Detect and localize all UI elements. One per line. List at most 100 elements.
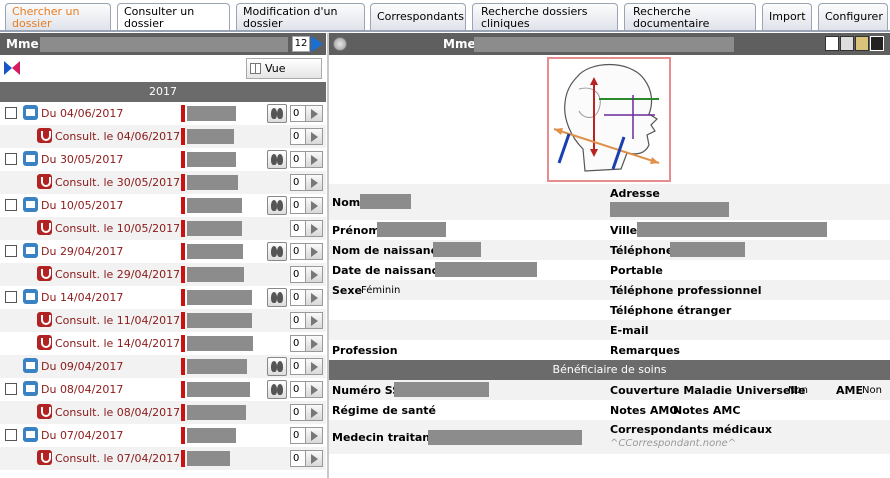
list-item[interactable]: Du 14/04/2017 0: [0, 286, 326, 309]
next-arrow-icon[interactable]: [311, 36, 323, 52]
lungs-icon[interactable]: [267, 380, 287, 399]
notes-amc-label: Notes AMC: [673, 404, 741, 417]
tab-recherche-dossiers-cliniques[interactable]: Recherche dossiers cliniques: [472, 3, 618, 30]
correspondants-label: Correspondants médicaux: [610, 423, 772, 436]
tab-modification-dossier[interactable]: Modification d'un dossier: [236, 3, 365, 30]
row-label[interactable]: Consult. le 11/04/2017: [55, 314, 180, 327]
tab-configurer[interactable]: Configurer: [818, 3, 888, 30]
tab-import[interactable]: Import: [762, 3, 812, 30]
list-item[interactable]: Du 08/04/2017 0: [0, 378, 326, 401]
lungs-icon[interactable]: [267, 357, 287, 376]
play-icon[interactable]: [305, 450, 323, 467]
row-checkbox[interactable]: [5, 107, 17, 119]
print-icon[interactable]: [840, 36, 854, 51]
row-checkbox[interactable]: [5, 383, 17, 395]
row-label[interactable]: Consult. le 04/06/2017: [55, 130, 180, 143]
row-checkbox[interactable]: [5, 429, 17, 441]
vue-globale-button[interactable]: Vue globale: [246, 58, 322, 94]
play-icon[interactable]: [305, 266, 323, 283]
row-label[interactable]: Du 10/05/2017: [41, 199, 123, 212]
tools-icon[interactable]: [855, 36, 869, 51]
list-item[interactable]: Du 07/04/2017 0: [0, 424, 326, 447]
remarques-label: Remarques: [610, 344, 680, 357]
play-icon[interactable]: [305, 427, 323, 444]
list-item[interactable]: Consult. le 08/04/2017 0: [0, 401, 326, 424]
list-item[interactable]: Du 29/04/2017 0: [0, 240, 326, 263]
play-icon[interactable]: [305, 105, 323, 122]
profession-label: Profession: [332, 344, 398, 357]
row-label[interactable]: Consult. le 07/04/2017: [55, 452, 180, 465]
play-icon[interactable]: [305, 243, 323, 260]
list-item[interactable]: Du 10/05/2017 0: [0, 194, 326, 217]
list-item[interactable]: Consult. le 29/04/2017 0: [0, 263, 326, 286]
play-icon[interactable]: [305, 358, 323, 375]
list-item[interactable]: Consult. le 07/04/2017 0: [0, 447, 326, 470]
lungs-icon[interactable]: [267, 288, 287, 307]
tab-correspondants[interactable]: Correspondants: [370, 3, 466, 30]
tab-chercher-dossier[interactable]: Chercher un dossier: [5, 3, 111, 30]
row-checkbox[interactable]: [5, 199, 17, 211]
tab-recherche-documentaire[interactable]: Recherche documentaire: [624, 3, 756, 30]
status-marker: [181, 335, 185, 352]
tab-consulter-dossier[interactable]: Consulter un dossier: [117, 3, 230, 32]
play-icon[interactable]: [305, 289, 323, 306]
play-icon[interactable]: [305, 404, 323, 421]
row-label[interactable]: Du 09/04/2017: [41, 360, 123, 373]
row-label[interactable]: Consult. le 14/04/2017: [55, 337, 180, 350]
info-row: Sexe Féminin Téléphone professionnel: [329, 280, 890, 300]
fullscreen-icon[interactable]: [870, 36, 884, 51]
row-checkbox[interactable]: [5, 245, 17, 257]
row-checkbox[interactable]: [5, 153, 17, 165]
stethoscope-icon: [37, 220, 52, 235]
row-count: 0: [290, 197, 306, 214]
lungs-icon[interactable]: [267, 242, 287, 261]
lungs-icon[interactable]: [267, 150, 287, 169]
row-label[interactable]: Du 14/04/2017: [41, 291, 123, 304]
stethoscope-icon: [37, 335, 52, 350]
nom-value-redacted: [360, 194, 411, 209]
tel-etranger-label: Téléphone étranger: [610, 304, 732, 317]
row-label[interactable]: Consult. le 29/04/2017: [55, 268, 180, 281]
info-row: Nom Adresse: [329, 184, 890, 220]
play-icon[interactable]: [305, 381, 323, 398]
row-checkbox[interactable]: [5, 291, 17, 303]
row-count: 0: [290, 381, 306, 398]
row-label[interactable]: Du 29/04/2017: [41, 245, 123, 258]
play-icon[interactable]: [305, 220, 323, 237]
row-label[interactable]: Du 07/04/2017: [41, 429, 123, 442]
play-icon[interactable]: [305, 335, 323, 352]
list-item[interactable]: Consult. le 10/05/2017 0: [0, 217, 326, 240]
row-label[interactable]: Du 30/05/2017: [41, 153, 123, 166]
lungs-icon[interactable]: [267, 196, 287, 215]
status-dot-icon[interactable]: [333, 37, 347, 51]
row-label[interactable]: Consult. le 08/04/2017: [55, 406, 180, 419]
row-label[interactable]: Consult. le 30/05/2017: [55, 176, 180, 189]
row-count: 0: [290, 220, 306, 237]
status-marker: [181, 243, 185, 260]
list-item[interactable]: Du 09/04/2017 0: [0, 355, 326, 378]
redacted-bar: [187, 382, 250, 397]
stethoscope-icon: [37, 266, 52, 281]
lungs-icon[interactable]: [267, 104, 287, 123]
row-label[interactable]: Du 08/04/2017: [41, 383, 123, 396]
row-label[interactable]: Consult. le 10/05/2017: [55, 222, 180, 235]
edit-icon[interactable]: [825, 36, 839, 51]
play-icon[interactable]: [305, 197, 323, 214]
play-icon[interactable]: [305, 174, 323, 191]
numero-ss-label: Numéro SS: [332, 384, 401, 397]
nom-label: Nom: [332, 196, 361, 209]
row-label[interactable]: Du 04/06/2017: [41, 107, 123, 120]
play-icon[interactable]: [305, 312, 323, 329]
list-item[interactable]: Consult. le 11/04/2017 0: [0, 309, 326, 332]
play-icon[interactable]: [305, 151, 323, 168]
play-icon[interactable]: [305, 128, 323, 145]
stethoscope-icon: [37, 312, 52, 327]
list-item[interactable]: Consult. le 30/05/2017 0: [0, 171, 326, 194]
list-item[interactable]: Consult. le 04/06/2017 0: [0, 125, 326, 148]
patient-title: Mme: [6, 37, 39, 51]
list-item[interactable]: Du 30/05/2017 0: [0, 148, 326, 171]
list-item[interactable]: Consult. le 14/04/2017 0: [0, 332, 326, 355]
app-logo-icon[interactable]: [4, 61, 20, 75]
sexe-value: Féminin: [361, 285, 401, 296]
list-item[interactable]: Du 04/06/2017 0: [0, 102, 326, 125]
